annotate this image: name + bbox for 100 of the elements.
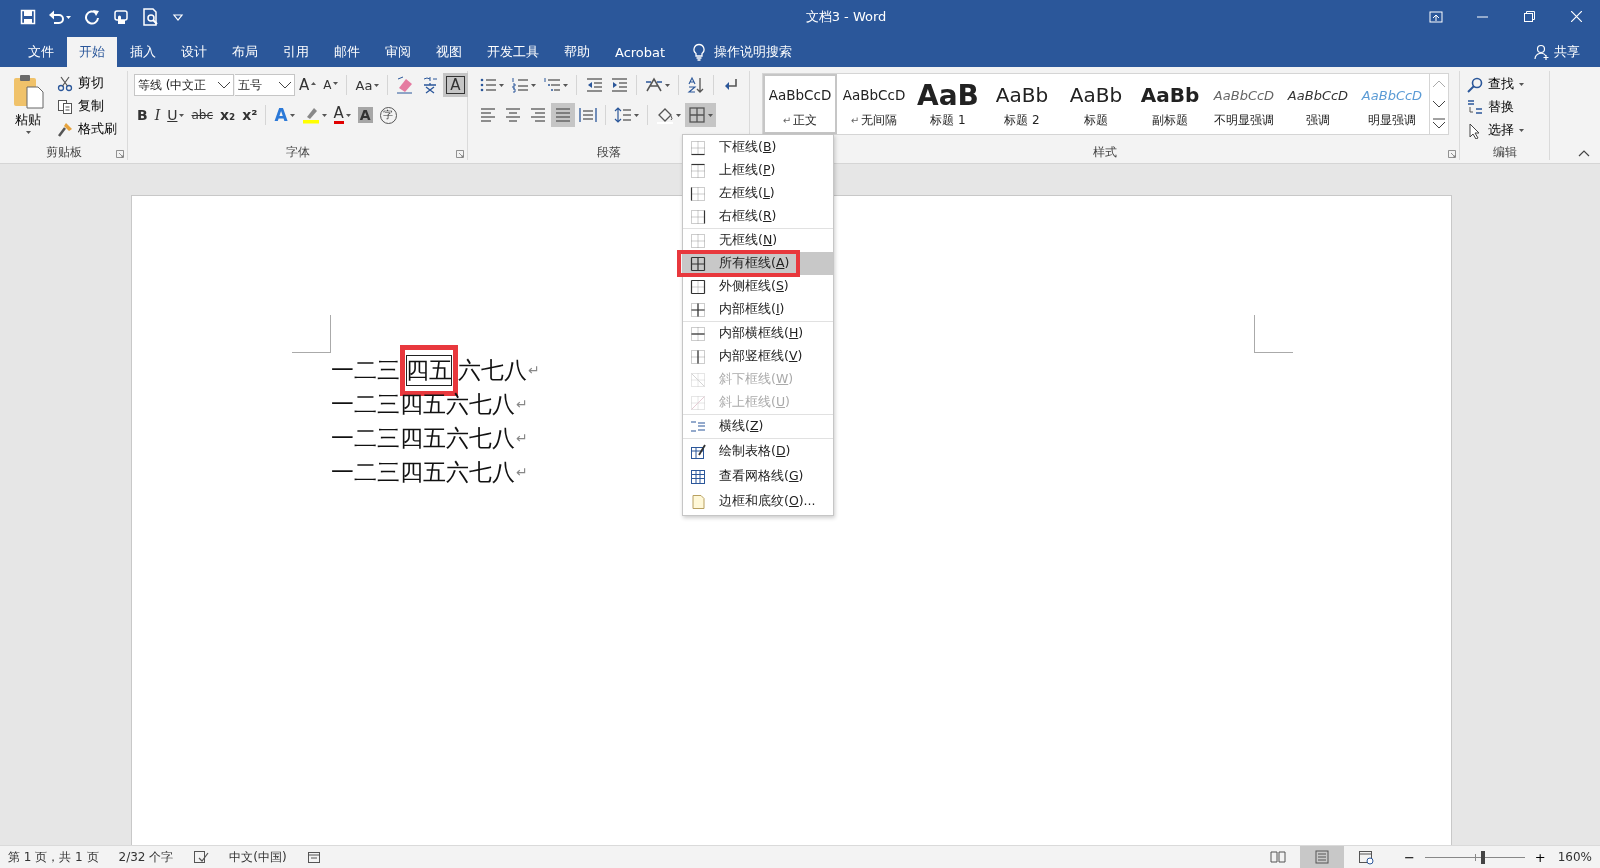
zoom-out-button[interactable]: − [1397,849,1421,865]
ribbon-tab[interactable]: 帮助 [552,37,602,67]
strike-button[interactable]: abc [188,103,217,127]
border-button[interactable]: A [443,73,468,97]
clipboard-action[interactable]: 格式刷 [54,118,120,141]
italic-button[interactable]: I [151,103,164,127]
paragraph-mark: ↵ [516,464,528,480]
print-layout-icon [1313,849,1330,865]
slider-thumb[interactable] [1480,850,1485,864]
borders-button[interactable] [685,103,716,127]
font-name-field[interactable]: 等线 (中文正 [134,74,234,96]
chevron-up-icon [1432,79,1446,89]
dialog-launcher-icon[interactable] [1448,150,1456,158]
ribbon-tab[interactable]: 开发工具 [475,37,551,67]
menu-item[interactable]: 绘制表格(D) [683,439,833,464]
dialog-border-icon [690,493,706,510]
hline-border-icon [690,418,706,435]
menu-item[interactable]: 外侧框线(S) [683,275,833,298]
menu-item[interactable]: 查看网格线(G) [683,464,833,489]
style-gallery-item[interactable]: AaBbCcD 不明显强调 [1207,74,1281,134]
style-gallery-item[interactable]: AaBb 标题 2 [985,74,1059,134]
font-size-field[interactable]: 五号 [235,74,295,96]
align-left-icon [479,106,497,124]
style-gallery-item[interactable]: AaB 标题 1 [911,74,985,134]
print-preview-icon[interactable] [142,7,160,26]
menu-item[interactable]: 内部横框线(H) [683,322,833,345]
shrink-button[interactable]: A [320,73,342,97]
grow-button[interactable]: A [296,73,320,97]
top-border-icon [690,162,706,179]
editing-action[interactable]: 替换 [1464,96,1527,119]
style-gallery-item[interactable]: AaBbCcD ↵ 无间隔 [837,74,911,134]
language-indicator[interactable]: 中文(中国) [229,848,287,866]
color-button[interactable]: A [330,103,354,127]
undo-icon[interactable] [48,8,72,25]
case-button[interactable]: Aa [352,73,383,97]
style-gallery-item[interactable]: AaBb 副标题 [1133,74,1207,134]
person-icon [1534,44,1550,60]
lightbulb-icon[interactable] [692,43,707,61]
line-spacing-icon [614,106,632,124]
style-gallery-item[interactable]: AaBbCcD 明显强调 [1355,74,1429,134]
style-gallery-item[interactable]: AaBbCcD 强调 [1281,74,1355,134]
editing-action[interactable]: 选择 [1464,119,1527,142]
chevron-down-icon [217,80,231,90]
word-count[interactable]: 2/32 个字 [118,848,174,866]
collapse-ribbon-icon[interactable] [1578,149,1590,157]
ribbon-tab[interactable]: 开始 [67,37,117,67]
shading-button[interactable]: A [354,103,376,127]
menu-item[interactable]: 左框线(L) [683,182,833,205]
ribbon-tab[interactable]: 文件 [16,37,66,67]
proofing-icon[interactable] [193,850,210,864]
menu-item[interactable]: 无框线(N) [683,229,833,252]
sort-icon [687,76,705,94]
grid-border-icon [690,468,706,485]
zoom-level[interactable]: 160% [1557,850,1592,864]
zoom-in-button[interactable]: + [1528,849,1552,865]
copy-icon [57,98,73,115]
caret-icon [563,83,568,87]
ribbon-tab[interactable]: 插入 [118,37,168,67]
ribbon-tab[interactable]: 引用 [271,37,321,67]
document-text: 一二三四五六七八 [331,423,515,453]
save-icon[interactable] [20,8,36,25]
bordered-text: 四五 [406,354,452,386]
clipboard-action[interactable]: 剪切 [54,72,120,95]
right-border-icon [690,208,706,225]
group-label: 段落 [596,143,621,161]
underline-button[interactable]: U [164,103,188,127]
paste-button[interactable]: 粘贴 [8,71,48,141]
clipboard-action[interactable]: 复制 [54,95,120,118]
ribbon-tab[interactable]: 布局 [220,37,270,67]
inside-border-icon [690,301,706,318]
page-count[interactable]: 第 1 页，共 1 页 [8,848,99,866]
editing-action[interactable]: 查找 [1464,73,1527,96]
redo-icon[interactable] [84,8,100,25]
close-icon [1571,11,1582,22]
menu-item[interactable]: 上框线(P) [683,159,833,182]
effects-button[interactable]: A [271,103,298,127]
dialog-launcher-icon[interactable] [116,150,124,158]
menu-item[interactable]: 下框线(B) [683,136,833,159]
ribbon-tab[interactable]: 设计 [169,37,219,67]
style-gallery-item[interactable]: AaBb 标题 [1059,74,1133,134]
menu-item[interactable]: 右框线(R) [683,205,833,229]
tell-me-search[interactable]: 操作说明搜索 [714,43,793,61]
ribbon-tab[interactable]: 邮件 [322,37,372,67]
bold-button[interactable]: B [134,103,151,127]
style-gallery-item[interactable]: AaBbCcD ↵ 正文 [763,74,837,134]
touch-mode-icon[interactable] [112,8,130,25]
sup-button[interactable]: x² [239,103,261,127]
sub-button[interactable]: x₂ [217,103,239,127]
menu-item[interactable]: 边框和底纹(O)... [683,489,833,514]
menu-item[interactable]: 横线(Z) [683,415,833,439]
macro-record-icon[interactable] [306,850,321,864]
ribbon-tab[interactable]: 视图 [424,37,474,67]
menu-item[interactable]: 内部框线(I) [683,298,833,322]
dialog-launcher-icon[interactable] [456,150,464,158]
ribbon-tab[interactable]: Acrobat [603,37,678,67]
menu-item[interactable]: 内部竖框线(V) [683,345,833,368]
ribbon-tab[interactable]: 审阅 [373,37,423,67]
view-button[interactable] [1299,845,1344,868]
document-text: 一二三 [331,355,400,385]
share-button[interactable]: 共享 [1554,43,1580,61]
